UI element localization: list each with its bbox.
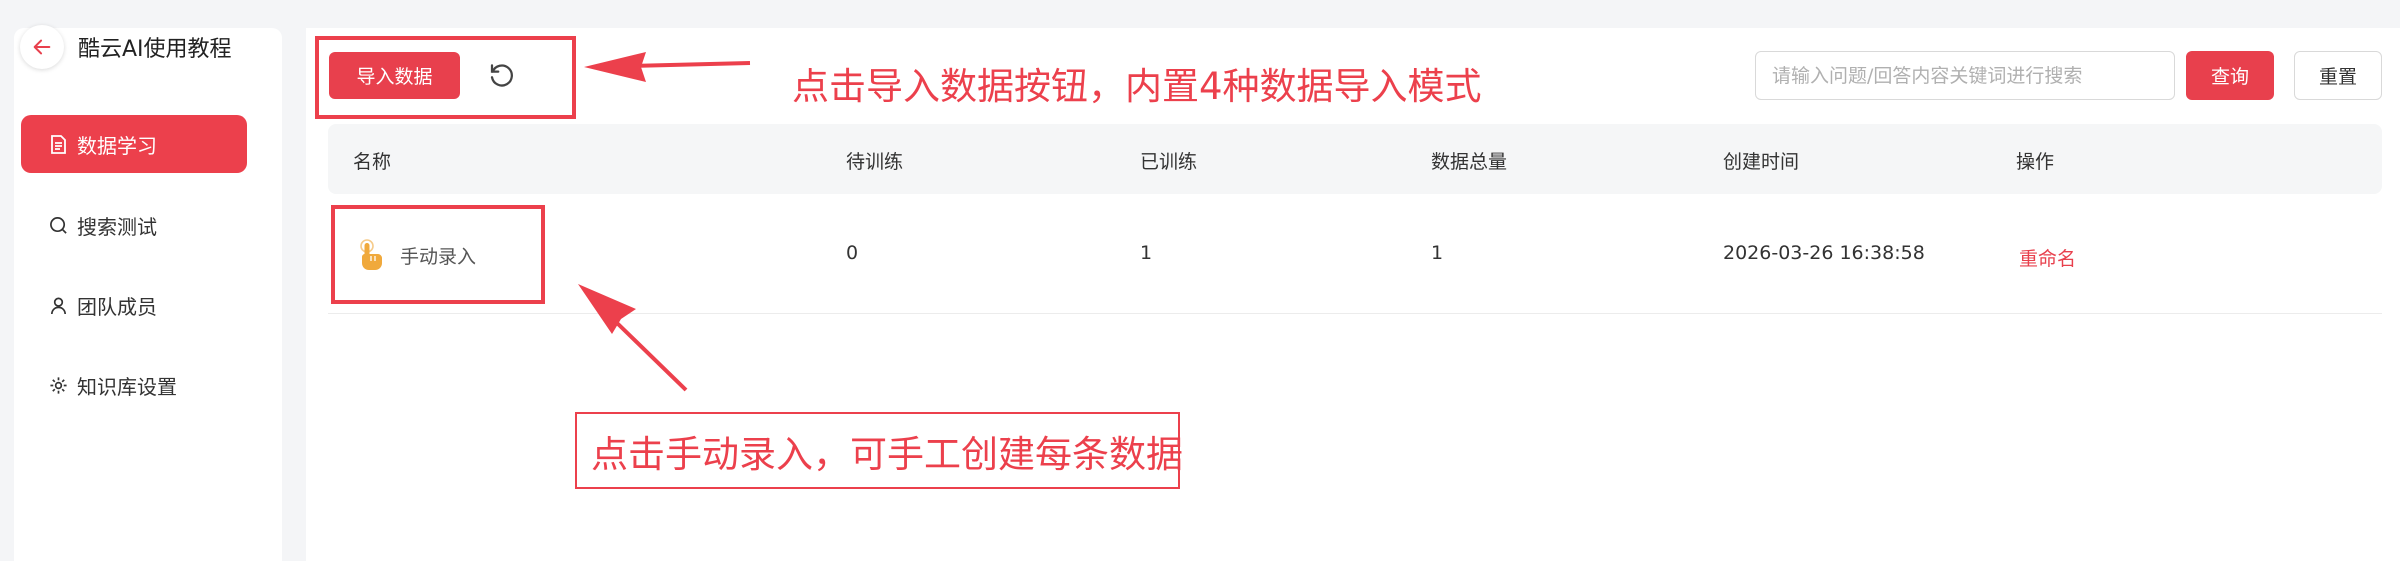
column-header-trained: 已训练 <box>1140 151 1198 173</box>
gear-icon <box>47 374 69 396</box>
sidebar-header: 酷云AI使用教程 <box>20 24 232 70</box>
cell-created: 2026-03-26 16:38:58 <box>1723 242 1925 264</box>
sidebar-item-label: 数据学习 <box>77 133 157 158</box>
table-header: 名称 待训练 已训练 数据总量 创建时间 操作 <box>328 124 2382 194</box>
query-button[interactable]: 查询 <box>2186 51 2274 100</box>
manual-entry-highlight-box <box>331 205 545 304</box>
arrow-left-icon <box>33 39 51 55</box>
search-icon <box>47 214 69 236</box>
search-input[interactable] <box>1755 51 2175 100</box>
reset-button[interactable]: 重置 <box>2294 51 2382 100</box>
column-header-created: 创建时间 <box>1723 151 1800 173</box>
sidebar-item-label: 搜索测试 <box>77 214 157 239</box>
sidebar-item-search-test[interactable]: 搜索测试 <box>21 196 247 254</box>
knowledge-base-title: 酷云AI使用教程 <box>78 37 232 62</box>
manual-entry-annotation-text: 点击手动录入，可手工创建每条数据 <box>575 412 1183 489</box>
column-header-actions: 操作 <box>2016 151 2055 173</box>
rename-link[interactable]: 重命名 <box>2019 244 2076 271</box>
cell-total: 1 <box>1431 242 1444 264</box>
import-highlight-box <box>315 36 576 119</box>
import-annotation-text: 点击导入数据按钮，内置4种数据导入模式 <box>792 65 1482 108</box>
cell-trained: 1 <box>1140 242 1153 264</box>
user-icon <box>47 294 69 316</box>
column-header-pending: 待训练 <box>846 151 904 173</box>
column-header-total: 数据总量 <box>1431 151 1508 173</box>
sidebar-item-team-members[interactable]: 团队成员 <box>21 276 247 334</box>
document-icon <box>47 133 69 155</box>
column-header-name: 名称 <box>353 151 392 173</box>
sidebar-item-label: 团队成员 <box>77 294 157 319</box>
table-row: 手动录入 0 1 1 2026-03-26 16:38:58 重命名 <box>328 194 2382 314</box>
sidebar-item-data-learning[interactable]: 数据学习 <box>21 115 247 173</box>
back-button[interactable] <box>20 25 64 69</box>
sidebar-item-label: 知识库设置 <box>77 374 177 399</box>
sidebar-item-kb-settings[interactable]: 知识库设置 <box>21 356 247 414</box>
cell-pending: 0 <box>846 242 859 264</box>
